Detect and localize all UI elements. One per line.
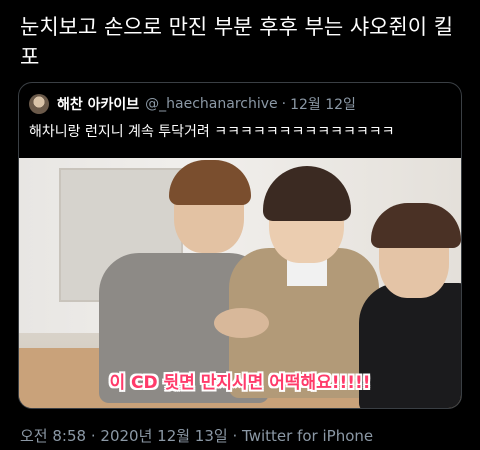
quoted-timestamp[interactable]: 12월 12일 <box>290 94 356 114</box>
quoted-author-name[interactable]: 해찬 아카이브 <box>57 94 139 114</box>
tweet-source[interactable]: Twitter for iPhone <box>242 427 373 445</box>
tweet-meta: 오전 8:58 · 2020년 12월 13일 · Twitter for iP… <box>20 425 373 446</box>
quoted-author-handle[interactable]: @_haechanarchive <box>145 96 277 112</box>
separator: · <box>281 96 287 112</box>
tweet-date[interactable]: 2020년 12월 13일 <box>100 427 227 445</box>
separator: · <box>90 427 96 445</box>
quoted-tweet[interactable]: 해찬 아카이브 @_haechanarchive · 12월 12일 해차니랑 … <box>18 82 462 409</box>
media-caption: 이 CD 뒷면 만지시면 어떡해요!!!!! <box>109 373 371 393</box>
quoted-media-image[interactable]: 이 CD 뒷면 만지시면 어떡해요!!!!! <box>19 158 461 408</box>
avatar[interactable] <box>29 94 49 114</box>
quoted-tweet-text: 해차니랑 런지니 계속 투닥거려 ㅋㅋㅋㅋㅋㅋㅋㅋㅋㅋㅋㅋㅋㅋ <box>29 124 395 140</box>
tweet-time[interactable]: 오전 8:58 <box>20 427 86 445</box>
tweet-text: 눈치보고 손으로 만진 부분 후후 부는 샤오쥔이 킬포 <box>20 15 454 69</box>
quoted-tweet-header: 해찬 아카이브 @_haechanarchive · 12월 12일 <box>29 93 356 115</box>
separator: · <box>232 427 238 445</box>
cd-disc <box>214 308 269 338</box>
